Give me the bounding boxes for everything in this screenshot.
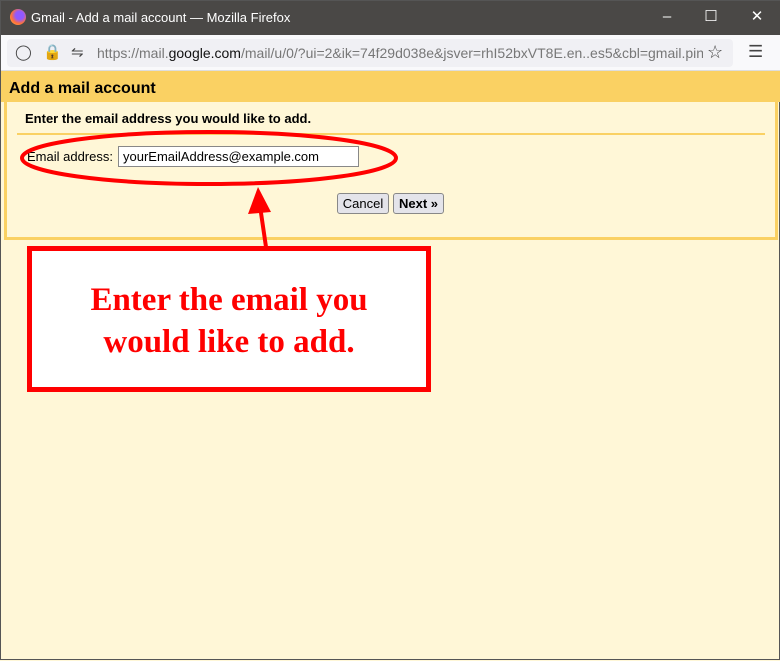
- annotation-callout: Enter the email you would like to add.: [27, 246, 431, 392]
- window-title: Gmail - Add a mail account — Mozilla Fir…: [31, 10, 291, 25]
- annotation-line-1: Enter the email you: [90, 282, 368, 318]
- title-bar: Gmail - Add a mail account — Mozilla Fir…: [1, 1, 780, 35]
- email-label: Email address:: [27, 149, 113, 164]
- close-icon[interactable]: ✕: [747, 7, 767, 27]
- url-bar[interactable]: ◯ 🔒 ⇋ https://mail.google.com/mail/u/0/?…: [7, 39, 733, 67]
- instruction-text: Enter the email address you would like t…: [25, 111, 312, 126]
- url-prefix: https://mail.: [97, 45, 169, 61]
- lock-icon[interactable]: 🔒: [43, 43, 62, 61]
- url-path: /mail/u/0/?ui=2&ik=74f29d038e&jsver=rhI5…: [240, 45, 703, 61]
- minimize-icon[interactable]: –: [657, 7, 677, 27]
- shield-icon[interactable]: ◯: [15, 43, 32, 61]
- nav-toolbar: ◯ 🔒 ⇋ https://mail.google.com/mail/u/0/?…: [1, 35, 780, 71]
- url-domain: google.com: [168, 45, 241, 61]
- bookmark-star-icon[interactable]: ☆: [707, 42, 723, 63]
- maximize-icon[interactable]: ☐: [701, 7, 721, 27]
- cancel-button[interactable]: Cancel: [337, 193, 389, 214]
- next-button[interactable]: Next »: [393, 193, 444, 214]
- email-input[interactable]: [118, 146, 359, 167]
- permissions-icon[interactable]: ⇋: [71, 43, 84, 61]
- divider: [17, 133, 765, 135]
- annotation-line-2: would like to add.: [103, 324, 355, 360]
- dialog-title: Add a mail account: [1, 71, 780, 102]
- menu-icon[interactable]: ☰: [748, 42, 763, 62]
- firefox-logo-icon: [10, 9, 26, 25]
